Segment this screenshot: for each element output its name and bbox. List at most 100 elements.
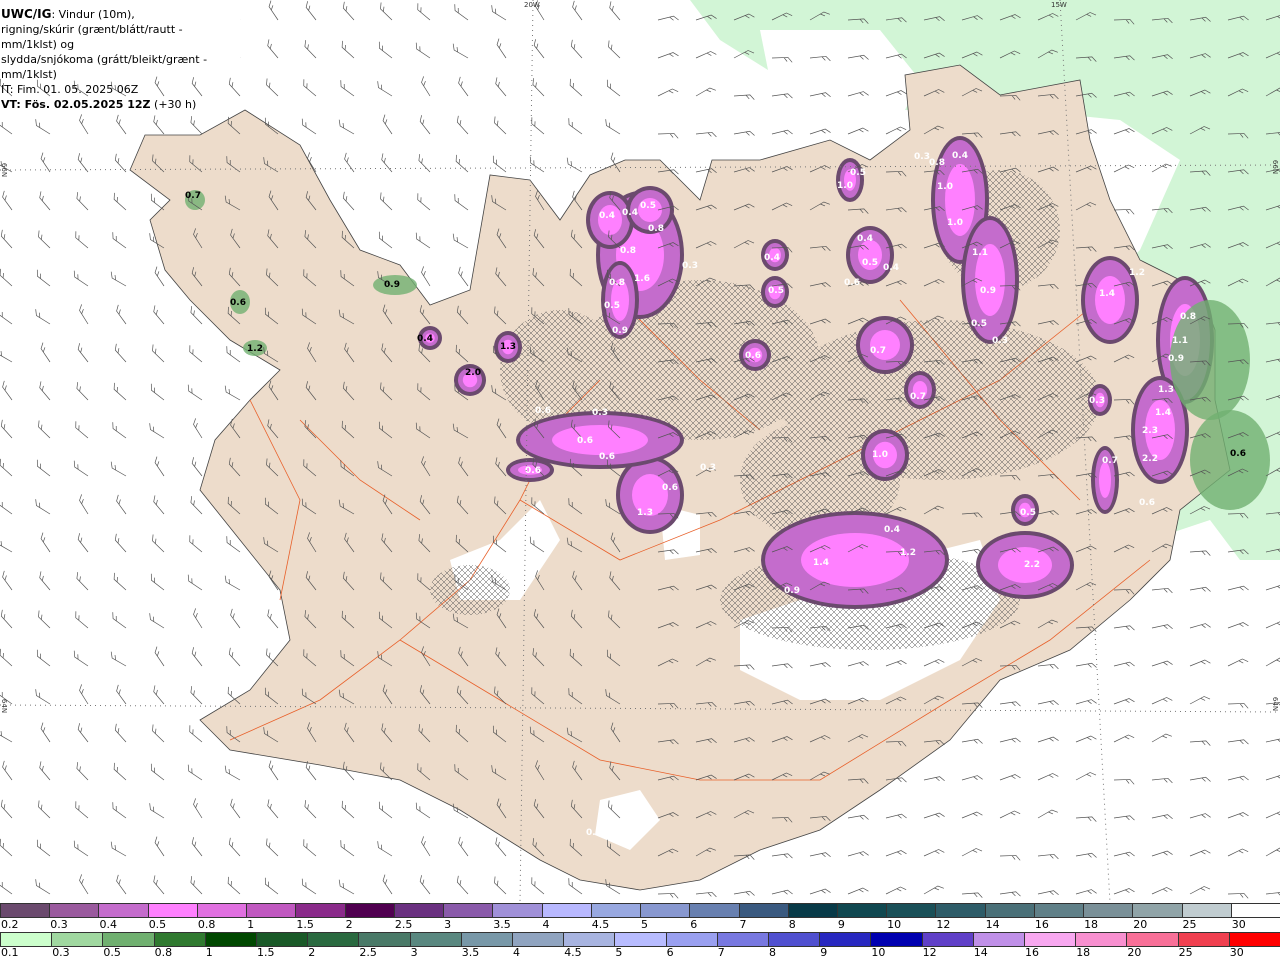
legend_rain-label: 25 <box>1178 946 1193 959</box>
precip-value-label: 0.7 <box>870 346 886 356</box>
precip-area-core <box>1095 276 1125 324</box>
precip-value-label: 0.9 <box>1168 354 1184 364</box>
legend_snow-swatch <box>492 903 543 918</box>
legend_rain-label: 3.5 <box>461 946 480 959</box>
precip-value-label: 0.8 <box>1180 312 1196 322</box>
legend_snow-label: 2.5 <box>394 918 413 931</box>
legend_snow-swatch <box>196 903 248 918</box>
legend_rain-label: 14 <box>973 946 988 959</box>
legend_snow-swatch <box>295 903 346 918</box>
precip-value-label: 0.5 <box>640 201 656 211</box>
precip-value-label: 1.0 <box>872 450 888 460</box>
precip-value-label: 0.3 <box>682 261 698 271</box>
precip-value-label: 0.7 <box>910 392 926 402</box>
label-15w: 15W <box>1051 1 1067 9</box>
legend_snow-swatch <box>344 903 395 918</box>
legend_rain-label: 9 <box>820 946 828 959</box>
legend_snow-label: 0.3 <box>50 918 68 931</box>
precip-value-label: 0.6 <box>1139 498 1155 508</box>
map-header: UWC/IG: Vindur (10m), rigning/skúrir (gr… <box>0 0 240 111</box>
legend_snow-swatch <box>738 903 789 918</box>
legend_snow-label: 0.2 <box>1 918 19 931</box>
precip-value-label: 1.3 <box>1158 385 1174 395</box>
legend_rain-swatch <box>1228 932 1280 947</box>
precip-area-core <box>1099 462 1111 498</box>
legend_rain-swatch <box>102 932 155 947</box>
legend_snow-label: 30 <box>1231 918 1246 931</box>
legend_snow-label: 9 <box>837 918 845 931</box>
legend_snow-label: 0.4 <box>99 918 117 931</box>
legend_snow-label: 18 <box>1084 918 1099 931</box>
initial-time: IT: Fim. 01. 05. 2025 06Z <box>1 83 139 96</box>
legend_snow-swatch <box>147 903 198 918</box>
precip-value-label: 0.5 <box>971 319 987 329</box>
legend_snow-swatch <box>886 903 937 918</box>
legend_rain-swatch <box>870 932 923 947</box>
precip-value-label: 1.3 <box>637 508 653 518</box>
snow-colorbar <box>0 903 1280 918</box>
legend_snow-label: 4.5 <box>591 918 610 931</box>
precip-value-label: 2.0 <box>465 368 481 378</box>
legend_snow-swatch <box>1230 903 1280 918</box>
legend_rain-label: 3 <box>410 946 418 959</box>
legend_snow-label: 3 <box>444 918 452 931</box>
precip-value-label: 0.8 <box>648 224 664 234</box>
precip-value-label: 0.8 <box>929 158 945 168</box>
precip-value-label: 0.3 <box>914 152 930 162</box>
precip-value-label: 0.6 <box>599 452 615 462</box>
legend_rain-label: 10 <box>871 946 886 959</box>
precip-value-label: 0.4 <box>599 211 615 221</box>
legend_snow-label: 0.5 <box>148 918 167 931</box>
lead-time: (+30 h) <box>154 98 197 111</box>
legend_snow-swatch <box>689 903 740 918</box>
legend_rain-label: 0.8 <box>154 946 173 959</box>
legend_snow-swatch <box>98 903 149 918</box>
legend_rain-swatch <box>972 932 1026 947</box>
model-name: UWC/IG <box>1 7 52 21</box>
label-20w: 20W <box>524 1 540 9</box>
label-66n-right: 66N <box>1271 159 1280 175</box>
legend_rain-swatch <box>1126 932 1179 947</box>
legend_snow-swatch <box>0 903 51 918</box>
legend_rain-label: 8 <box>769 946 776 959</box>
precip-value-label: 0.4 <box>857 234 873 244</box>
precip-value-label: 1.2 <box>900 548 916 558</box>
legend_rain-swatch <box>563 932 616 947</box>
legend_snow-label: 8 <box>788 918 796 931</box>
legend_rain-label: 12 <box>922 946 937 959</box>
legend_rain-label: 5 <box>615 946 623 959</box>
legend_rain-label: 0.1 <box>1 946 19 959</box>
legend_rain-label: 0.3 <box>52 946 70 959</box>
legend_snow-label: 3.5 <box>493 918 511 931</box>
precip-value-label: 1.0 <box>947 218 963 228</box>
precip-value-label: 0.8 <box>620 246 636 256</box>
legend_rain-label: 16 <box>1025 946 1039 959</box>
legend_rain-label: 6 <box>666 946 674 959</box>
precip-value-label: 0.4 <box>883 263 899 273</box>
label-66n-left: 66N <box>0 162 9 178</box>
legend_rain-label: 4.5 <box>564 946 582 959</box>
precip-value-label: 1.4 <box>813 558 829 568</box>
legend_snow-label: 25 <box>1182 918 1197 931</box>
precip-value-label: 0.6 <box>662 483 678 493</box>
precip-value-label: 0.6 <box>230 298 246 308</box>
legend_rain-swatch <box>358 932 411 947</box>
precip-value-label: 0.9 <box>612 326 628 336</box>
legend_snow-swatch <box>935 903 986 918</box>
precip-value-label: 1.2 <box>1129 268 1145 278</box>
legend_rain-swatch <box>921 932 974 947</box>
precip-value-label: 1.6 <box>634 274 650 284</box>
precip-value-label: 0.5 <box>768 286 784 296</box>
precip-value-label: 0.4 <box>764 253 780 263</box>
legend_snow-swatch <box>393 903 445 918</box>
precip-value-label: 0.4 <box>884 525 900 535</box>
legend_snow-label: 0.8 <box>197 918 216 931</box>
rain-area <box>1190 410 1270 510</box>
precip-value-label: 0.5 <box>1020 508 1036 518</box>
legend_rain-swatch <box>1075 932 1128 947</box>
header-line2: rigning/skúrir (grænt/blátt/rautt - mm/1… <box>1 23 183 51</box>
legend_rain-swatch <box>256 932 309 947</box>
legend_snow-label: 1.5 <box>296 918 314 931</box>
legend_snow-swatch <box>787 903 838 918</box>
precip-value-label: 0.3 <box>592 408 608 418</box>
